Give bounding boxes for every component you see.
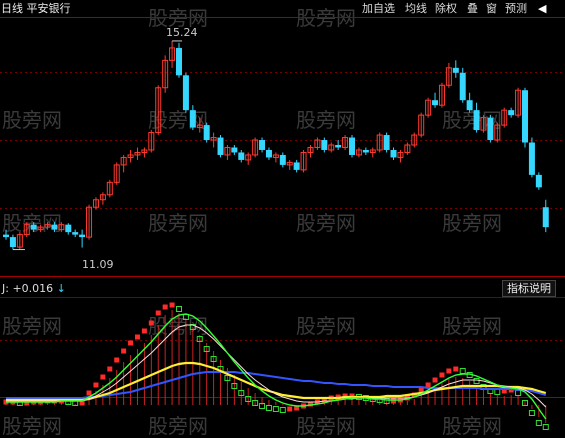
candle-body [321,140,328,150]
high-price-label: 15.24 [166,26,198,39]
indicator-marker-up [148,320,154,326]
indicator-prefix: J: [2,282,9,295]
indicator-marker-up [155,310,161,316]
indicator-marker-down [182,314,189,320]
indicator-marker-down [515,390,522,396]
indicator-marker-up [134,334,140,340]
indicator-marker-up [114,357,120,363]
indicator-marker-up [86,390,92,396]
indicator-marker-up [141,328,147,334]
chart-title: 日线 平安银行 [1,2,71,15]
candle-body [349,137,355,155]
candle-body [293,162,300,170]
candle-body [182,75,189,111]
indicator-marker-up [107,366,113,372]
candle-body [432,100,439,106]
candle-body [459,72,466,101]
candle-body [203,125,210,141]
indicator-explain-button[interactable]: 指标说明 [502,280,556,297]
indicator-marker-up [121,348,127,354]
indicator-marker-up [287,406,293,412]
candle-body [265,149,272,158]
indicator-marker-down [272,406,279,412]
indicator-marker-up [128,340,134,346]
chart-canvas [0,17,565,430]
candle-body [535,174,542,188]
candle-body [279,154,286,165]
collapse-arrow-icon[interactable]: ◀ [538,2,546,15]
down-arrow-icon: ↓ [56,282,66,295]
candle-body [30,224,37,230]
candle-body [390,149,397,158]
forecast-button[interactable]: 预测 [505,2,527,15]
add-watchlist-button[interactable]: 加自选 [362,2,395,15]
indicator-marker-up [446,368,452,374]
indicator-marker-down [265,405,272,411]
window-button[interactable]: 窗 [486,2,497,15]
candle-body [466,100,473,111]
candle-body [65,224,72,233]
candle-body [383,135,390,150]
indicator-marker-up [453,366,459,372]
indicator-marker-up [391,398,397,404]
candle-body [9,237,16,248]
candle-body [217,137,224,155]
indicator-marker-up [439,372,445,378]
indicator-marker-down [494,389,501,395]
candle-body [522,90,528,143]
candle-body [51,224,58,230]
indicator-marker-up [162,304,168,310]
candle-body [528,142,535,175]
candle-body [487,117,494,141]
candle-body [259,140,266,150]
indicator-marker-down [542,424,549,430]
low-price-label: 11.09 [82,258,114,271]
moving-average-button[interactable]: 均线 [405,2,427,15]
candle-body [189,110,196,128]
indicator-marker-down [459,368,466,374]
indicator-marker-down [535,420,542,426]
candle-body [452,67,459,73]
candle-body [176,47,182,76]
chart-window: 股旁网 股旁网 股旁网 股旁网 股旁网 股旁网 股旁网 股旁网 股旁网 股旁网 … [0,0,565,438]
indicator-marker-down [473,378,480,384]
indicator-marker-up [432,377,438,383]
indicator-marker-up [93,382,99,388]
indicator-marker-down [279,407,286,413]
indicator-marker-up [100,374,106,380]
ex-rights-button[interactable]: 除权 [435,2,457,15]
indicator-marker-down [176,306,182,312]
candle-body [238,152,245,160]
candle-body [362,149,369,153]
indicator-value: +0.016 [12,282,54,295]
candle-body [79,234,86,238]
candle-body [231,147,238,153]
indicator-marker-down [528,410,535,416]
candle-body [335,145,342,148]
overlay-button[interactable]: 叠 [467,2,478,15]
candle-body [508,110,515,116]
candle-body [542,207,549,228]
candle-body [473,110,480,131]
indicator-marker-up [169,302,175,308]
indicator-label: J: +0.016 ↓ [2,282,66,295]
candle-body [72,232,79,235]
candle-body [3,234,9,238]
